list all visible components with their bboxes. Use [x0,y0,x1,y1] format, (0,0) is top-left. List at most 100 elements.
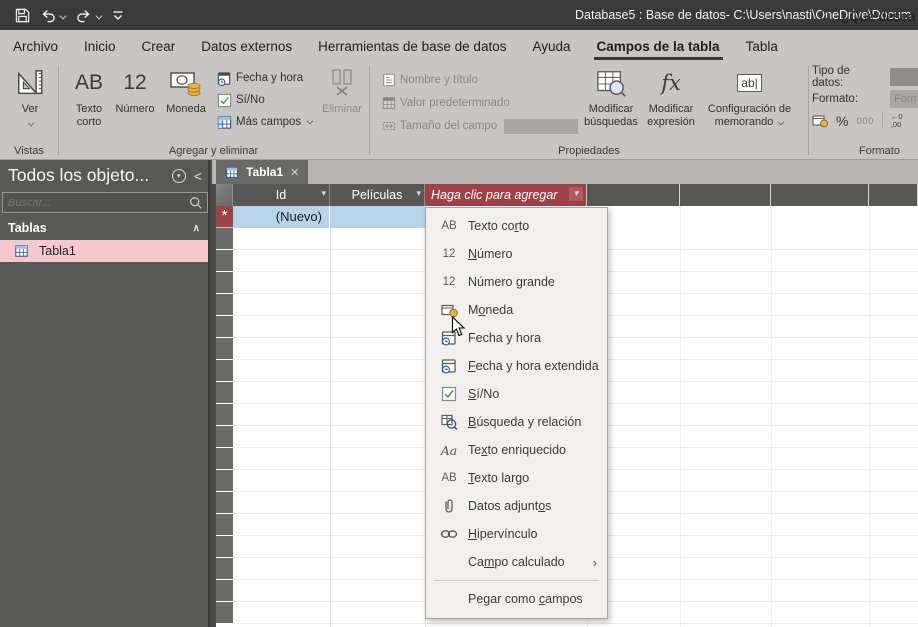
record-selector[interactable] [216,558,233,579]
close-tab-icon[interactable]: ✕ [290,166,299,179]
table-icon [15,245,28,257]
ribbon-tab-inicio[interactable]: Inicio [71,30,129,62]
nav-group-tables[interactable]: Tablas ∧ [0,218,208,238]
data-type-dropdown[interactable] [890,68,918,86]
menu-item-fecha-y-hora-extendida[interactable]: Fecha y hora extendida [426,352,607,380]
column-header-id[interactable]: Id ▾ [233,184,330,206]
search-icon[interactable] [189,196,203,210]
ribbon: Ver Vistas AB Texto corto 12 Número Mone… [0,62,918,160]
ribbon-tab-archivo[interactable]: Archivo [0,30,71,62]
menu-item-numero[interactable]: 12 Número [426,240,607,268]
more-fields-button[interactable]: Más campos [217,112,314,132]
date-time-button[interactable]: Fecha y hora [217,68,313,88]
field-size-input[interactable] [504,118,579,134]
record-selector[interactable] [216,294,233,315]
select-all-corner-cell[interactable] [216,184,233,206]
nav-item-tabla1[interactable]: Tabla1 [0,240,208,262]
menu-item-numero-grande[interactable]: 12 Número grande [426,268,607,296]
memo-settings-button[interactable]: ab| Configuración de memorando [702,66,797,129]
access-window: { "titlebar": { "title": "Database5 : Ba… [0,0,918,627]
menu-item-si-no[interactable]: Sí/No [426,380,607,408]
delete-button[interactable]: Eliminar [317,66,367,116]
menu-item-busqueda-y-relacion[interactable]: Búsqueda y relación [426,408,607,436]
menu-item-datos-adjuntos[interactable]: Datos adjuntos [426,492,607,520]
record-selector[interactable] [216,514,233,535]
chevron-down-icon[interactable]: ▾ [416,188,421,199]
menu-item-campo-calculado[interactable]: Campo calculado › [426,548,607,576]
short-text-button[interactable]: AB Texto corto [69,66,109,129]
new-record-selector[interactable]: * [216,206,233,228]
record-selector[interactable] [216,536,233,557]
record-selector[interactable] [216,470,233,491]
modify-expression-button[interactable]: fx Modificar expresión [642,66,700,129]
document-tab-tabla1[interactable]: Tabla1 ✕ [216,160,309,184]
ribbon-tab-tabla[interactable]: Tabla [733,30,791,62]
menu-item-texto-corto[interactable]: AB Texto corto [426,212,607,240]
menu-item-label: Texto enriquecido [468,443,566,457]
fx-icon: fx [661,70,681,95]
record-selector[interactable] [216,272,233,293]
view-button[interactable]: Ver [8,66,52,127]
currency-button[interactable]: Moneda [161,66,211,116]
save-button[interactable] [12,6,33,25]
name-caption-icon [383,73,395,87]
record-selector[interactable] [216,448,233,469]
column-header-haga-clic-para-agregar[interactable]: Haga clic para agregar ▾ [425,184,587,206]
column-header-empty[interactable] [771,184,869,206]
menu-item-pegar-como-campos[interactable]: Pegar como campos [426,585,607,613]
menu-item-texto-largo[interactable]: AB Texto largo [426,464,607,492]
record-selector[interactable] [216,338,233,359]
format-dropdown[interactable]: Form [890,90,918,108]
memo-settings-label-2-text: memorando [714,115,774,128]
ribbon-tab-campos-de-la-tabla[interactable]: Campos de la tabla [584,30,733,62]
record-selector[interactable] [216,250,233,271]
record-selector[interactable] [216,492,233,513]
customize-quick-access-icon [113,10,123,20]
field-size-button[interactable]: Tamaño del campo [382,116,579,136]
record-selector[interactable] [216,316,233,337]
new-record-row[interactable]: (Nuevo) [233,206,425,228]
currency-format-icon[interactable] [812,114,828,128]
column-header-empty[interactable] [869,184,918,206]
thousands-format-icon[interactable]: 000 [856,116,873,127]
delete-label: Eliminar [322,103,362,115]
quick-access-toolbar [0,4,127,26]
redo-dropdown-icon[interactable] [94,6,103,24]
ribbon-tab-bar: Archivo Inicio Crear Datos externos Herramie… [0,30,918,62]
customize-quick-access-button[interactable] [109,7,127,24]
record-selector[interactable] [216,580,233,601]
ribbon-group-vistas: Ver Vistas [0,62,58,159]
tell-me-box[interactable]: ¿Qué desea [818,0,915,32]
yes-no-button[interactable]: Sí/No [217,90,313,110]
menu-item-hipervinculo[interactable]: Hipervínculo [426,520,607,548]
record-selector[interactable] [216,228,233,249]
navigation-menu-icon[interactable]: ▾ [171,169,186,183]
modify-lookups-button[interactable]: Modificar búsquedas [582,66,640,129]
ribbon-tab-crear[interactable]: Crear [129,30,189,62]
column-header-empty[interactable] [587,184,680,206]
shutter-bar-collapse-icon[interactable]: < [194,168,202,184]
undo-dropdown-icon[interactable] [58,6,67,24]
chevron-down-icon[interactable]: ▾ [569,187,583,201]
column-header-peliculas[interactable]: Películas ▾ [330,184,425,206]
ribbon-tab-herramientas-de-base-de-datos[interactable]: Herramientas de base de datos [305,30,519,62]
record-selector[interactable] [216,360,233,381]
record-selector[interactable] [216,382,233,403]
redo-button[interactable] [73,4,105,26]
menu-item-texto-enriquecido[interactable]: Aa Texto enriquecido [426,436,607,464]
default-value-button[interactable]: Valor predeterminado [382,93,578,113]
record-selector[interactable] [216,404,233,425]
ribbon-tab-datos-externos[interactable]: Datos externos [188,30,305,62]
undo-button[interactable] [37,4,69,26]
record-selector[interactable] [216,426,233,447]
percent-format-icon[interactable]: % [836,113,848,129]
record-selector[interactable] [216,602,233,623]
chevron-down-icon[interactable]: ▾ [321,188,326,199]
new-record-id-cell[interactable]: (Nuevo) [233,206,330,228]
name-caption-button[interactable]: Nombre y título [382,70,578,90]
search-input[interactable] [3,196,189,209]
number-button[interactable]: 12 Número [111,66,159,116]
decimal-format-icon[interactable]: ←0 ,00 [891,112,903,130]
column-header-empty[interactable] [680,184,771,206]
ribbon-tab-ayuda[interactable]: Ayuda [519,30,583,62]
